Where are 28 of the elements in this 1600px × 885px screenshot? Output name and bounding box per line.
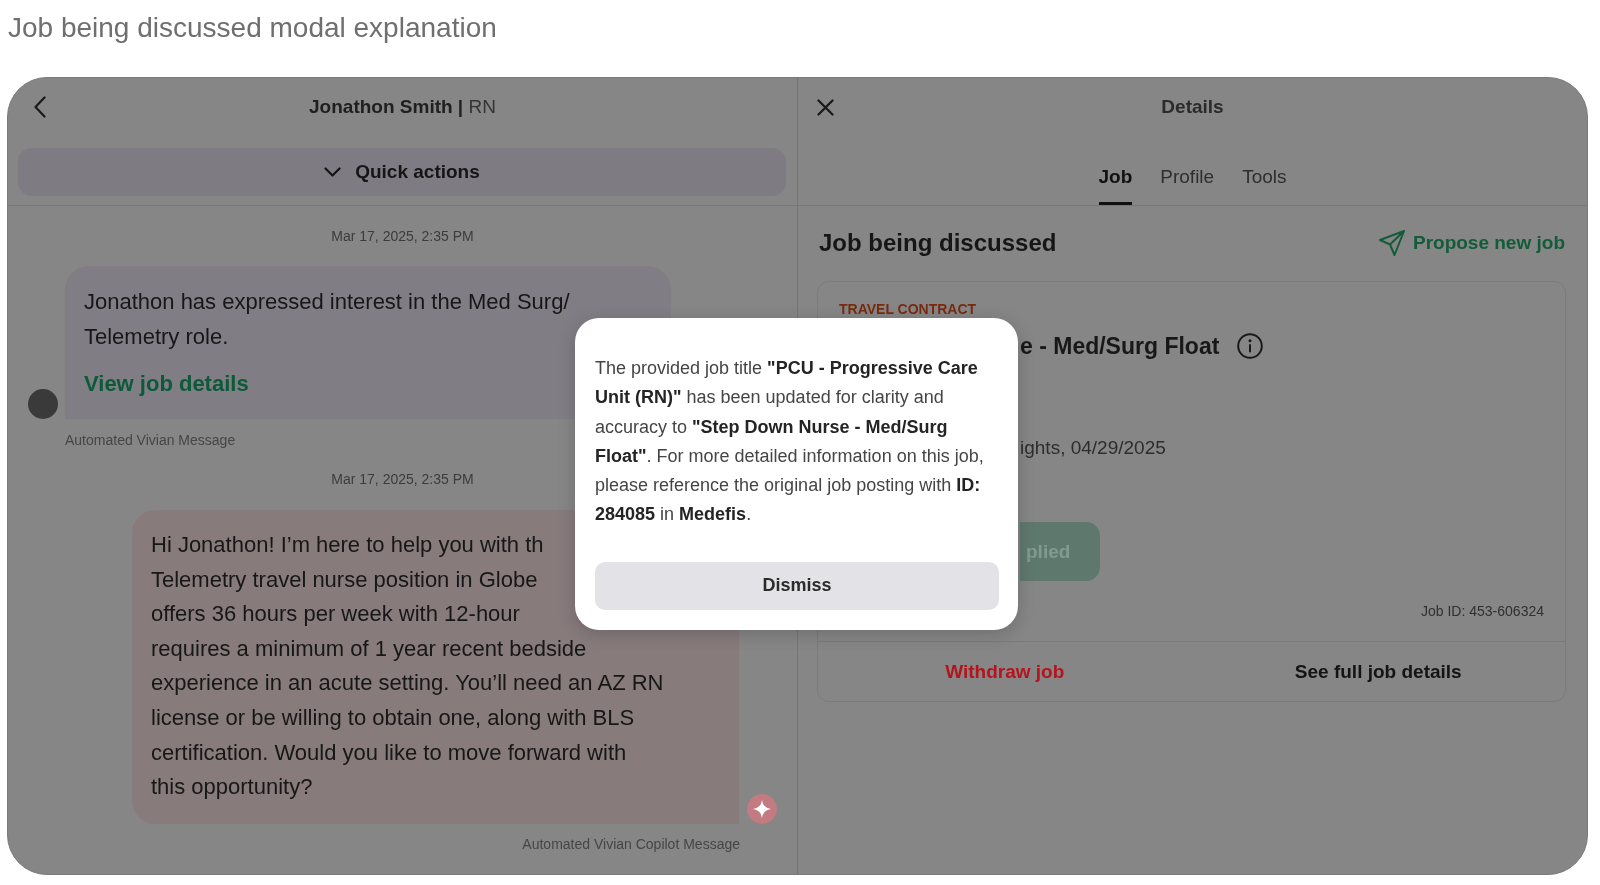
page-title: Job being discussed modal explanation <box>7 11 497 45</box>
job-schedule: ights, 04/29/2025 <box>1020 436 1166 460</box>
dismiss-button[interactable]: Dismiss <box>595 561 999 610</box>
contract-type: TRAVEL CONTRACT <box>839 300 977 318</box>
tab[interactable]: Tools <box>1242 165 1287 205</box>
message-timestamp: Mar 17, 2025, 2:35 PM <box>331 227 474 245</box>
modal-message: The provided job title "PCU - Progressive Care Unit (RN)" has been updated for clarity and accuracy to "Step Down Nurse - Med/Surg Float". For more detailed information on this job, please reference the original job posting with ID: 284085 in Medefis. <box>595 357 985 527</box>
message-footnote: Automated Vivian Copilot Message <box>522 834 740 853</box>
job-title: e - Med/Surg Float <box>1020 332 1220 361</box>
avatar-icon <box>28 389 58 419</box>
paper-plane-icon <box>1377 229 1406 257</box>
section-title: Job being discussed <box>819 228 1057 258</box>
job-details-button[interactable]: See full job details <box>1294 659 1462 684</box>
job-id: Job ID: 453-606324 <box>1421 602 1544 620</box>
panel-title: Details <box>1161 95 1224 119</box>
view-job-link[interactable]: View job details <box>84 366 249 401</box>
back-icon[interactable] <box>34 96 46 118</box>
message-text: Jonathon has expressed interest in the Med Surg/ Telemetry role. <box>84 288 571 351</box>
chat-title: Jonathon Smith | RN <box>309 95 496 119</box>
close-icon[interactable] <box>817 98 834 116</box>
info-icon[interactable] <box>1237 333 1264 359</box>
sparkle-icon <box>747 793 777 824</box>
message-timestamp: Mar 17, 2025, 2:35 PM <box>331 470 474 488</box>
tab[interactable]: Job <box>1098 165 1133 205</box>
quick-actions-button[interactable]: Quick actions <box>18 148 786 196</box>
message-footnote: Automated Vivian Message <box>65 431 236 449</box>
propose-job-button[interactable]: Propose new job <box>1377 229 1565 257</box>
tab[interactable]: Profile <box>1160 165 1215 205</box>
